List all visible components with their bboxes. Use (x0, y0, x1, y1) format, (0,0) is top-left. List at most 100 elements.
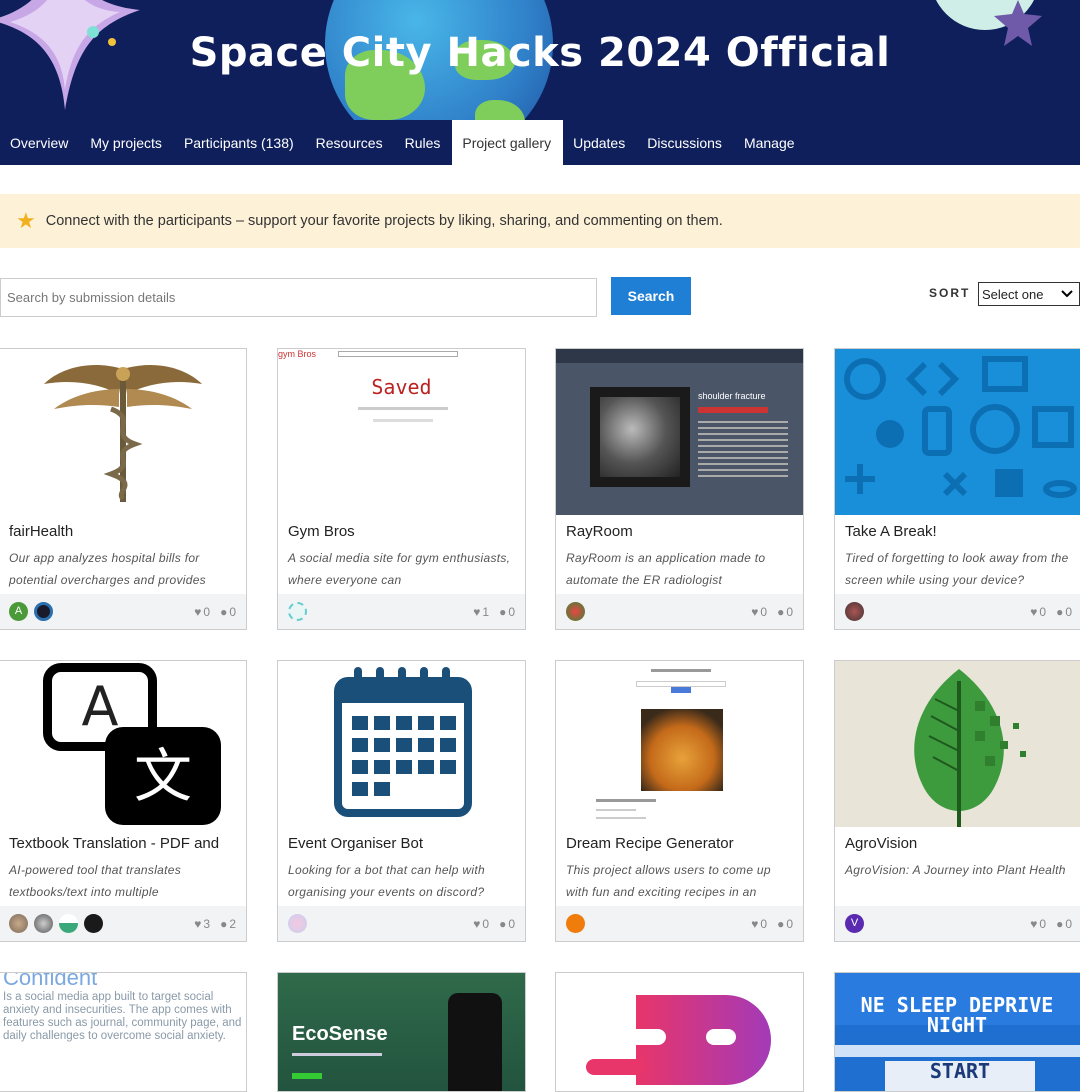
card-footer: ♥ 1 ● 0 (278, 594, 525, 629)
heart-icon: ♥ (1030, 916, 1038, 931)
thumb-confident-title: Confident (3, 973, 98, 990)
tab-discussions[interactable]: Discussions (637, 120, 734, 165)
project-card-confident[interactable]: Confident Is a social media app built to… (0, 972, 247, 1092)
tab-my-projects[interactable]: My projects (80, 120, 174, 165)
project-card-agrovision[interactable]: AgroVision AgroVision: A Journey into Pl… (834, 660, 1080, 942)
comment-icon: ● (499, 604, 507, 619)
tab-resources[interactable]: Resources (306, 120, 395, 165)
tab-participants[interactable]: Participants (138) (174, 120, 306, 165)
project-description: RayRoom is an application made to automa… (566, 551, 766, 587)
thumb-confident-text: Is a social media app built to target so… (3, 991, 242, 1042)
project-thumbnail: EcoSense (278, 973, 525, 1091)
project-name[interactable]: fairHealth (0, 515, 246, 545)
project-card-dream-recipe[interactable]: Dream Recipe Generator This project allo… (555, 660, 804, 942)
comment-icon: ● (777, 604, 785, 619)
avatar[interactable] (84, 914, 103, 933)
project-thumbnail (835, 349, 1080, 515)
project-card-gradient-logo[interactable] (555, 972, 804, 1092)
tab-overview[interactable]: Overview (0, 120, 80, 165)
project-name[interactable]: RayRoom (556, 515, 803, 545)
project-description: This project allows users to come up wit… (566, 863, 771, 899)
notice-text: Connect with the participants – support … (45, 213, 723, 229)
project-description: AI-powered tool that translates textbook… (9, 863, 182, 899)
card-footer: A ♥ 0 ● 0 (0, 594, 246, 629)
avatar[interactable] (59, 914, 78, 933)
comment-icon: ● (499, 916, 507, 931)
heart-icon: ♥ (194, 604, 202, 619)
project-card-textbook-translation[interactable]: A 文 Textbook Translation - PDF and AI-po… (0, 660, 247, 942)
comments-count[interactable]: ● 0 (777, 917, 793, 931)
avatar[interactable] (566, 602, 585, 621)
likes-count[interactable]: ♥ 0 (194, 605, 210, 619)
project-card-gym-bros[interactable]: gym Bros Saved Gym Bros A social media s… (277, 348, 526, 630)
tab-updates[interactable]: Updates (563, 120, 637, 165)
comments-count[interactable]: ● 0 (499, 917, 515, 931)
avatar[interactable]: V (845, 914, 864, 933)
project-card-take-a-break[interactable]: Take A Break! Tired of forgetting to loo… (834, 348, 1080, 630)
project-card-rayroom[interactable]: shoulder fracture RayRoom RayRoom is an … (555, 348, 804, 630)
search-row: Search SORT Select one (0, 277, 1080, 317)
avatar[interactable] (288, 914, 307, 933)
comments-count[interactable]: ● 0 (777, 605, 793, 619)
thumb-sleep-title: NE SLEEP DEPRIVE NIGHT (860, 993, 1054, 1037)
avatar[interactable] (288, 602, 307, 621)
likes-count[interactable]: ♥ 0 (1030, 605, 1046, 619)
thumb-sleep-start: START (929, 1059, 991, 1083)
project-name[interactable]: Event Organiser Bot (278, 827, 525, 857)
search-button[interactable]: Search (611, 277, 691, 315)
tab-rules[interactable]: Rules (395, 120, 453, 165)
comment-icon: ● (1056, 604, 1064, 619)
project-card-ecosense[interactable]: EcoSense (277, 972, 526, 1092)
project-card-sleep-deprived[interactable]: NE SLEEP DEPRIVE NIGHT START (834, 972, 1080, 1092)
gradient-logo-icon (586, 995, 771, 1085)
likes-count[interactable]: ♥ 0 (473, 917, 489, 931)
notice-banner: ★ Connect with the participants – suppor… (0, 194, 1080, 248)
project-name[interactable]: Dream Recipe Generator (556, 827, 803, 857)
tab-manage[interactable]: Manage (734, 120, 807, 165)
page-title: Space City Hacks 2024 Official (189, 30, 891, 76)
tech-icons-pattern (844, 356, 1077, 498)
comment-icon: ● (1056, 916, 1064, 931)
likes-count[interactable]: ♥ 0 (751, 605, 767, 619)
sort-selected-value: Select one (982, 286, 1044, 302)
comments-count[interactable]: ● 0 (1056, 917, 1072, 931)
likes-count[interactable]: ♥ 0 (751, 917, 767, 931)
hackathon-banner: Space City Hacks 2024 Official (0, 0, 1080, 120)
likes-count[interactable]: ♥ 0 (1030, 917, 1046, 931)
avatar[interactable] (845, 602, 864, 621)
tab-project-gallery[interactable]: Project gallery (452, 120, 564, 165)
thumb-saved-text: Saved (371, 375, 432, 399)
thumb-heading: shoulder fracture (698, 391, 766, 401)
project-description: Our app analyzes hospital bills for pote… (9, 551, 206, 587)
comments-count[interactable]: ● 2 (220, 917, 236, 931)
avatar[interactable] (34, 914, 53, 933)
card-footer: ♥ 0 ● 0 (556, 906, 803, 941)
comment-icon: ● (777, 916, 785, 931)
project-description: A social media site for gym enthusiasts,… (288, 551, 511, 587)
heart-icon: ♥ (1030, 604, 1038, 619)
card-footer: V ♥ 0 ● 0 (835, 906, 1080, 941)
avatar[interactable] (9, 914, 28, 933)
project-description: AgroVision: A Journey into Plant Health (845, 863, 1066, 877)
project-name[interactable]: AgroVision (835, 827, 1080, 857)
avatar[interactable] (34, 602, 53, 621)
caduceus-icon (44, 364, 202, 502)
comments-count[interactable]: ● 0 (220, 605, 236, 619)
search-input[interactable] (0, 278, 597, 317)
project-thumbnail: shoulder fracture (556, 349, 803, 515)
heart-icon: ♥ (751, 916, 759, 931)
project-name[interactable]: Take A Break! (835, 515, 1080, 545)
project-card-event-organiser-bot[interactable]: Event Organiser Bot Looking for a bot th… (277, 660, 526, 942)
avatar[interactable] (566, 914, 585, 933)
project-name[interactable]: Textbook Translation - PDF and (0, 827, 246, 857)
project-name[interactable]: Gym Bros (278, 515, 525, 545)
likes-count[interactable]: ♥ 3 (194, 917, 210, 931)
calendar-icon (334, 667, 472, 817)
avatar[interactable]: A (9, 602, 28, 621)
likes-count[interactable]: ♥ 1 (473, 605, 489, 619)
comments-count[interactable]: ● 0 (1056, 605, 1072, 619)
comments-count[interactable]: ● 0 (499, 605, 515, 619)
sort-select[interactable]: Select one (978, 282, 1080, 306)
project-card-fairhealth[interactable]: fairHealth Our app analyzes hospital bil… (0, 348, 247, 630)
project-description: Looking for a bot that can help with org… (288, 863, 485, 899)
